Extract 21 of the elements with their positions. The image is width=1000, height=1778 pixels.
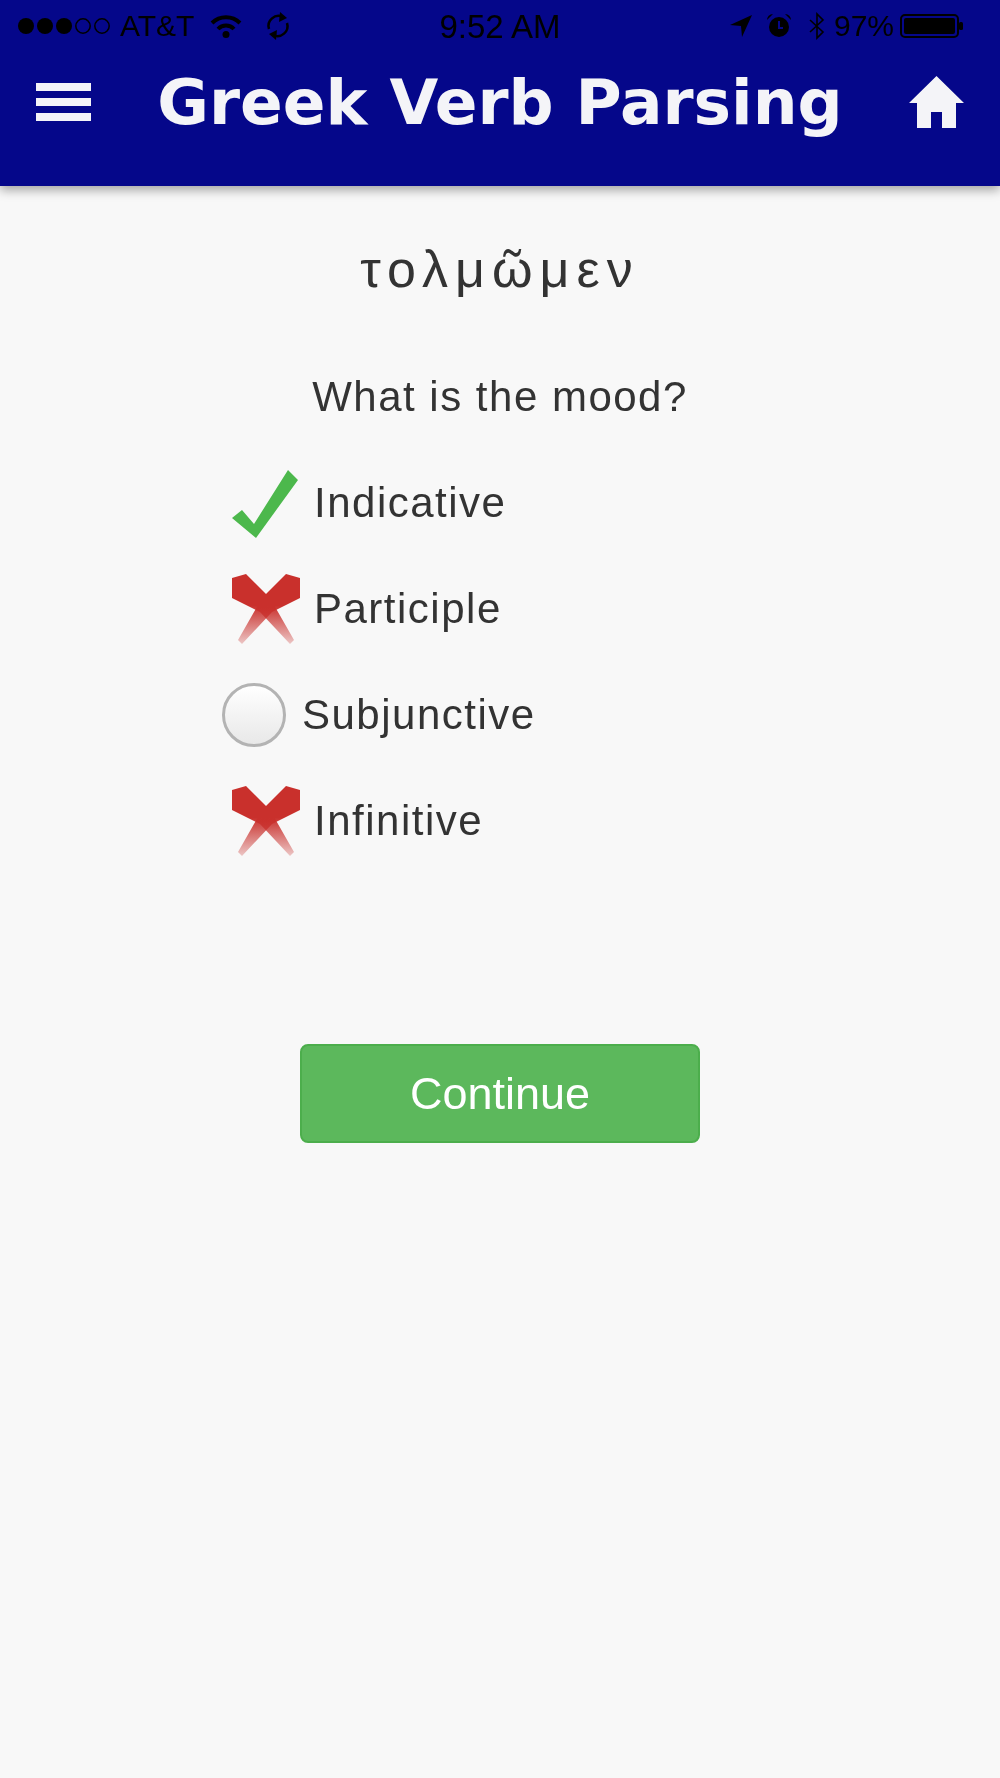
greek-word: τολμῶμεν (360, 239, 640, 299)
bluetooth-icon (807, 12, 826, 40)
checkmark-icon (232, 468, 300, 538)
status-time: 9:52 AM (439, 9, 561, 43)
battery-icon (900, 14, 964, 38)
menu-icon[interactable] (36, 83, 91, 121)
cross-icon (232, 574, 300, 644)
option-label: Indicative (314, 479, 507, 527)
carrier-name: AT&T (120, 11, 195, 41)
signal-icon (17, 17, 112, 35)
cross-icon (232, 786, 300, 856)
option-label: Infinitive (314, 797, 484, 845)
alarm-clock-icon (765, 13, 792, 39)
app-title: Greek Verb Parsing (157, 65, 843, 139)
option-label[interactable]: Subjunctive (302, 691, 536, 739)
wifi-icon (210, 14, 243, 38)
location-arrow-icon (729, 15, 752, 37)
question-text: What is the mood? (312, 373, 688, 421)
battery-percent: 97% (833, 11, 894, 41)
home-icon[interactable] (909, 76, 964, 128)
option-label: Participle (314, 585, 502, 633)
